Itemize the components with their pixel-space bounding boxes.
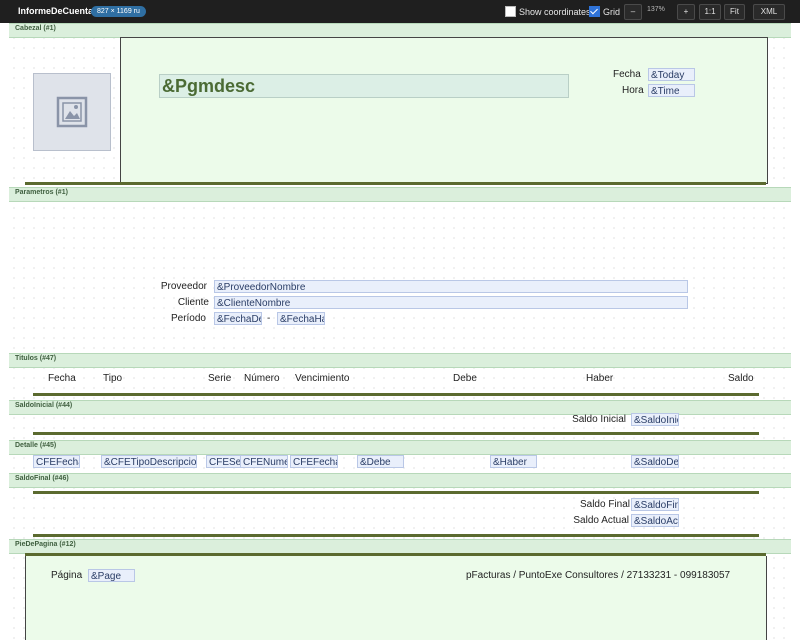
cfe-fecha-field[interactable]: CFEFecha [33, 455, 80, 468]
saldo-final-bottom-divider [33, 534, 759, 537]
time-field[interactable]: &Time [648, 84, 695, 97]
band-header-cabezal[interactable]: Cabezal (#1) [9, 23, 791, 38]
logo-image-placeholder[interactable] [33, 73, 111, 151]
report-title: InformeDeCuenta [18, 6, 94, 16]
today-field[interactable]: &Today [648, 68, 695, 81]
periodo-label: Período [170, 313, 206, 324]
col-header-saldo: Saldo [728, 373, 754, 384]
band-header-titulos[interactable]: Titulos (#47) [9, 353, 791, 368]
proveedor-label: Proveedor [160, 281, 207, 292]
grid-label: Grid [603, 7, 621, 17]
fecha-hasta-field[interactable]: &FechaHa [277, 312, 325, 325]
band-title: Cabezal (#1) [15, 25, 56, 32]
col-header-tipo: Tipo [103, 373, 123, 384]
show-coordinates-toggle[interactable]: Show coordinates [505, 6, 591, 17]
image-placeholder-icon [56, 96, 88, 128]
zoom-in-button[interactable]: + [677, 4, 695, 20]
designer-toolbar: InformeDeCuenta 827 × 1169 ru Show coord… [0, 0, 800, 23]
show-coordinates-checkbox[interactable] [505, 6, 516, 17]
band-title: SaldoInicial (#44) [15, 402, 73, 409]
grid-checkbox[interactable] [589, 6, 600, 17]
cfe-numero-field[interactable]: CFENume [240, 455, 288, 468]
show-coordinates-label: Show coordinates [519, 7, 591, 17]
saldo-actual-field[interactable]: &SaldoAct [631, 514, 679, 527]
col-header-debe: Debe [453, 373, 477, 384]
actual-size-button[interactable]: 1:1 [699, 4, 721, 20]
saldo-actual-label: Saldo Actual [573, 515, 629, 526]
band-title: Detalle (#45) [15, 442, 57, 449]
titulos-divider [33, 393, 759, 396]
cfe-vencimiento-field[interactable]: CFEFecha [290, 455, 338, 468]
saldo-final-label: Saldo Final [579, 499, 630, 510]
col-header-fecha: Fecha [48, 373, 76, 384]
fecha-label: Fecha [613, 69, 641, 80]
dimensions-badge: 827 × 1169 ru [91, 6, 146, 17]
debe-field[interactable]: &Debe [357, 455, 404, 468]
band-header-parametros[interactable]: Parametros (#1) [9, 187, 791, 202]
band-title: PieDePagina (#12) [15, 541, 76, 548]
saldo-inicial-divider [33, 432, 759, 435]
period-separator: - [267, 313, 271, 324]
band-title: Parametros (#1) [15, 189, 68, 196]
saldo-inicial-label: Saldo Inicial [572, 414, 626, 425]
pagina-label: Página [51, 570, 83, 581]
footer-frame[interactable] [25, 556, 767, 640]
band-title: SaldoFinal (#46) [15, 475, 69, 482]
col-header-serie: Serie [208, 373, 232, 384]
band-header-detalle[interactable]: Detalle (#45) [9, 440, 791, 455]
fit-button[interactable]: Fit [724, 4, 745, 20]
page-field[interactable]: &Page [88, 569, 135, 582]
haber-field[interactable]: &Haber [490, 455, 537, 468]
hora-label: Hora [622, 85, 644, 96]
pgmdesc-field[interactable]: &Pgmdesc [159, 74, 569, 98]
cfe-tipo-field[interactable]: &CFETipoDescripcio [101, 455, 197, 468]
fecha-desde-field[interactable]: &FechaDe [214, 312, 262, 325]
footer-company-text: pFacturas / PuntoExe Consultores / 27133… [466, 570, 731, 581]
xml-button[interactable]: XML [753, 4, 785, 20]
proveedor-field[interactable]: &ProveedorNombre [214, 280, 688, 293]
grid-toggle[interactable]: Grid [589, 6, 620, 17]
header-divider [25, 182, 766, 185]
cliente-label: Cliente [177, 297, 209, 308]
col-header-haber: Haber [586, 373, 614, 384]
saldo-final-top-divider [33, 491, 759, 494]
cliente-field[interactable]: &ClienteNombre [214, 296, 688, 309]
header-frame[interactable] [120, 37, 768, 184]
band-header-pie-de-pagina[interactable]: PieDePagina (#12) [9, 539, 791, 554]
band-title: Titulos (#47) [15, 355, 57, 362]
saldo-inicial-field[interactable]: &SaldoInic [631, 413, 679, 426]
zoom-out-button[interactable]: – [624, 4, 642, 20]
zoom-level: 137% [647, 6, 665, 13]
saldo-detalle-field[interactable]: &SaldoDe [631, 455, 679, 468]
col-header-numero: Número [244, 373, 280, 384]
band-header-saldo-final[interactable]: SaldoFinal (#46) [9, 473, 791, 488]
saldo-final-field[interactable]: &SaldoFin [631, 498, 679, 511]
col-header-vencimiento: Vencimiento [295, 373, 350, 384]
